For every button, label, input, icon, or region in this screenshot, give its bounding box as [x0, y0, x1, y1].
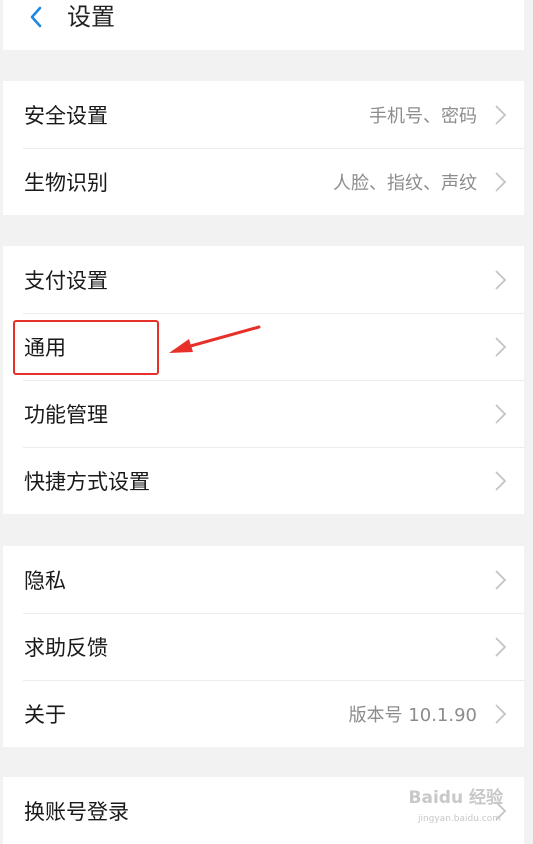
settings-group-security: 安全设置 手机号、密码 生物识别 人脸、指纹、声纹 — [3, 81, 524, 215]
row-label: 关于 — [24, 702, 66, 727]
chevron-right-icon — [495, 171, 507, 192]
chevron-right-icon — [495, 470, 507, 491]
row-label: 隐私 — [24, 568, 66, 593]
watermark-url: jingyan.baidu.com — [417, 814, 501, 824]
settings-group-general: 支付设置 通用 功能管理 快捷方式设置 — [3, 246, 524, 514]
row-label: 安全设置 — [24, 103, 108, 128]
settings-row-security[interactable]: 安全设置 手机号、密码 — [3, 81, 524, 148]
chevron-right-icon — [495, 569, 507, 590]
highlight-box — [13, 320, 159, 375]
row-value: 手机号、密码 — [369, 105, 477, 127]
chevron-right-icon — [495, 104, 507, 125]
red-arrow-annotation — [169, 325, 261, 353]
settings-row-shortcuts[interactable]: 快捷方式设置 — [3, 447, 524, 514]
settings-row-privacy[interactable]: 隐私 — [3, 546, 524, 613]
chevron-right-icon — [495, 703, 507, 724]
header-bar: 设置 — [3, 0, 524, 50]
back-button[interactable] — [23, 2, 53, 32]
version-value: 版本号 10.1.90 — [348, 704, 477, 726]
row-label: 功能管理 — [24, 402, 108, 427]
row-label: 生物识别 — [24, 170, 108, 195]
row-label: 换账号登录 — [24, 799, 129, 824]
settings-group-about: 隐私 求助反馈 关于 版本号 10.1.90 — [3, 546, 524, 747]
settings-row-feedback[interactable]: 求助反馈 — [3, 613, 524, 680]
page-title: 设置 — [67, 3, 115, 31]
row-label: 求助反馈 — [24, 635, 108, 660]
settings-row-feature-management[interactable]: 功能管理 — [3, 380, 524, 447]
settings-row-about[interactable]: 关于 版本号 10.1.90 — [3, 680, 524, 747]
row-label: 支付设置 — [24, 268, 108, 293]
watermark-brand: Baidu 经验 — [408, 788, 503, 808]
row-label: 快捷方式设置 — [24, 469, 150, 494]
row-value: 人脸、指纹、声纹 — [333, 172, 477, 194]
settings-row-biometrics[interactable]: 生物识别 人脸、指纹、声纹 — [3, 148, 524, 215]
chevron-right-icon — [495, 269, 507, 290]
chevron-right-icon — [495, 336, 507, 357]
chevron-left-icon — [30, 6, 42, 28]
settings-screen: 设置 安全设置 手机号、密码 生物识别 人脸、指纹、声纹 支付设置 通用 功能管… — [3, 0, 524, 844]
chevron-right-icon — [495, 636, 507, 657]
settings-row-payment[interactable]: 支付设置 — [3, 246, 524, 313]
chevron-right-icon — [495, 403, 507, 424]
